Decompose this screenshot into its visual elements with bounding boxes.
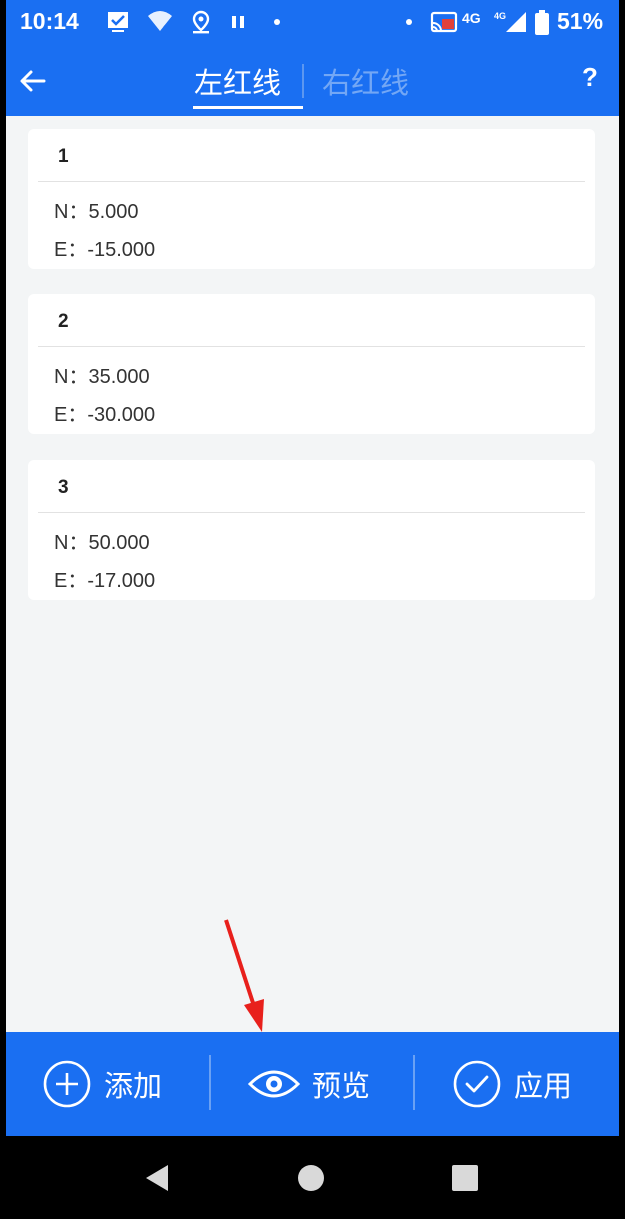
- signal-icon: 4G: [494, 10, 528, 38]
- network-type-label: 4G: [462, 10, 481, 26]
- action-divider: [209, 1055, 211, 1110]
- easting-label: E：: [54, 239, 88, 261]
- apply-button[interactable]: 应用: [452, 1032, 572, 1136]
- card-divider: [38, 512, 585, 513]
- plus-circle-icon: [43, 1060, 91, 1108]
- tab-left-red-line[interactable]: 左红线: [194, 60, 281, 102]
- help-button[interactable]: ?: [582, 62, 598, 93]
- check-circle-icon: [453, 1060, 501, 1108]
- northing-value: 5.000: [88, 201, 139, 223]
- tab-right-red-line[interactable]: 右红线: [322, 60, 409, 102]
- svg-text:?: ?: [163, 24, 169, 34]
- eye-icon: [248, 1070, 300, 1098]
- arrow-left-icon: [20, 70, 46, 92]
- svg-text:4G: 4G: [494, 11, 506, 21]
- location-icon: [190, 10, 212, 38]
- easting-value: -30.000: [87, 404, 156, 426]
- northing-row: N：35.000: [54, 360, 150, 389]
- tab-divider: [302, 64, 304, 98]
- easting-value: -15.000: [87, 239, 156, 261]
- northing-value: 35.000: [88, 366, 150, 388]
- easting-value: -17.000: [87, 570, 156, 592]
- easting-label: E：: [54, 570, 88, 592]
- dot-icon: [272, 10, 282, 38]
- northing-label: N：: [54, 201, 89, 223]
- easting-row: E：-17.000: [54, 564, 155, 593]
- point-card[interactable]: 3 N：50.000 E：-17.000: [28, 460, 595, 600]
- card-divider: [38, 346, 585, 347]
- northing-value: 50.000: [88, 532, 150, 554]
- easting-row: E：-15.000: [54, 233, 155, 262]
- point-index: 3: [58, 477, 69, 498]
- system-nav-bar: [6, 1136, 619, 1219]
- checklist-notification-icon: [106, 10, 130, 38]
- northing-label: N：: [54, 532, 89, 554]
- northing-row: N：5.000: [54, 195, 139, 224]
- point-index: 1: [58, 146, 69, 167]
- battery-percentage: 51%: [557, 8, 604, 34]
- point-card[interactable]: 1 N：5.000 E：-15.000: [28, 129, 595, 269]
- point-card[interactable]: 2 N：35.000 E：-30.000: [28, 294, 595, 434]
- app-bar: 左红线 右红线 ?: [6, 46, 619, 116]
- battery-icon: [534, 10, 550, 40]
- apply-button-label: 应用: [514, 1069, 573, 1103]
- status-bar: 10:14 ? 4G 4G 51%: [6, 0, 619, 46]
- northing-row: N：50.000: [54, 526, 150, 555]
- card-divider: [38, 181, 585, 182]
- action-divider: [413, 1055, 415, 1110]
- app-screen: 10:14 ? 4G 4G 51% 左红线 右红线 ? 1 N：5.000 E：…: [6, 0, 619, 1219]
- cast-icon: [430, 10, 460, 38]
- nav-home-icon[interactable]: [297, 1164, 325, 1192]
- active-tab-indicator: [193, 106, 303, 109]
- easting-row: E：-30.000: [54, 398, 155, 427]
- pause-icon: [230, 10, 248, 38]
- wifi-question-icon: ?: [146, 10, 176, 38]
- easting-label: E：: [54, 404, 88, 426]
- add-button[interactable]: 添加: [42, 1032, 162, 1136]
- nav-recents-icon[interactable]: [451, 1164, 479, 1192]
- back-button[interactable]: [16, 64, 50, 98]
- point-index: 2: [58, 311, 69, 332]
- add-button-label: 添加: [104, 1069, 163, 1103]
- preview-button[interactable]: 预览: [248, 1032, 370, 1136]
- northing-label: N：: [54, 366, 89, 388]
- nav-back-icon[interactable]: [142, 1163, 172, 1193]
- bottom-action-bar: 添加 预览 应用: [6, 1032, 619, 1136]
- preview-button-label: 预览: [312, 1069, 371, 1103]
- status-time: 10:14: [20, 8, 79, 34]
- dot-icon: [404, 10, 414, 38]
